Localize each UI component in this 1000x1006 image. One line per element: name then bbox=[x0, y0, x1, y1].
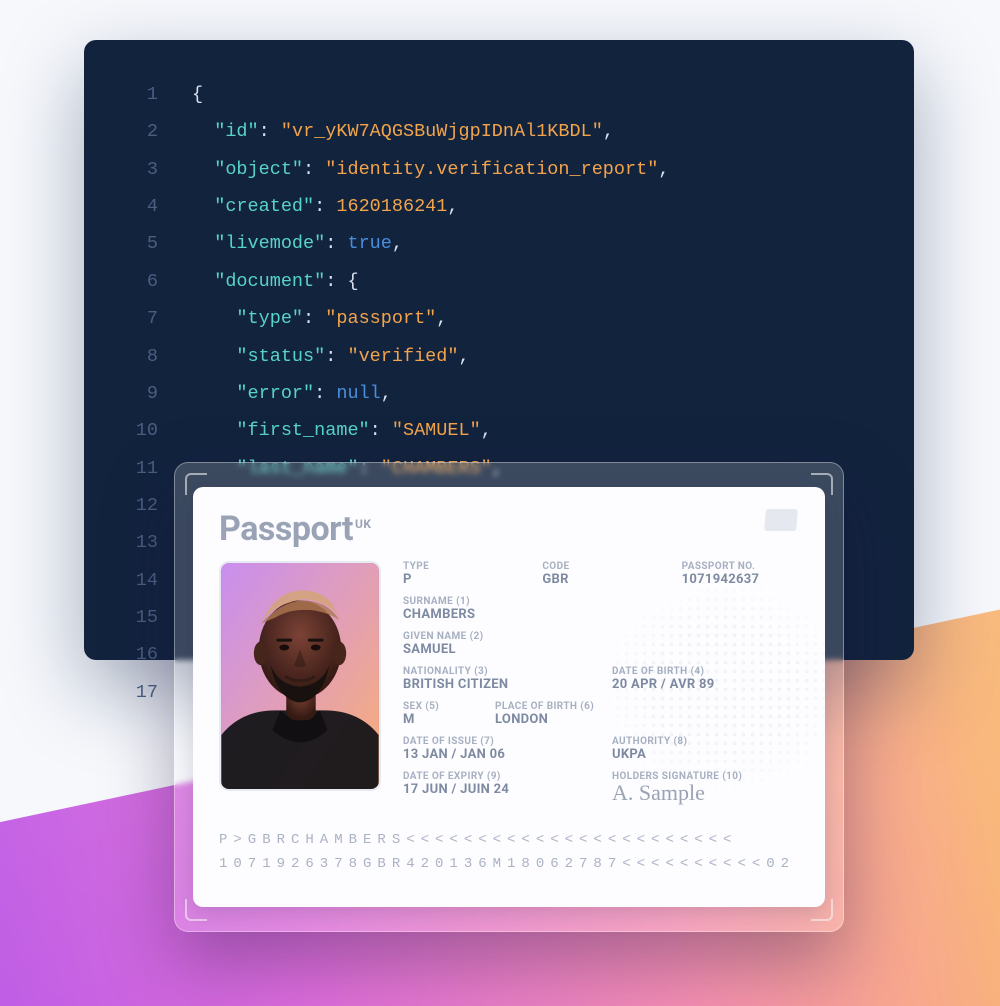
passport-title-suffix: UK bbox=[355, 517, 372, 531]
line-number: 16 bbox=[114, 636, 158, 673]
passport-title-text: Passport bbox=[219, 509, 353, 549]
chip-icon bbox=[764, 509, 798, 531]
passport-frame: PassportUK bbox=[174, 462, 844, 932]
line-number: 11 bbox=[114, 450, 158, 487]
code-content: { bbox=[192, 76, 203, 113]
line-number: 1 bbox=[114, 76, 158, 113]
label-issue: DATE OF ISSUE (7) bbox=[403, 736, 590, 747]
line-number: 3 bbox=[114, 151, 158, 188]
watermark-icon bbox=[595, 577, 825, 797]
line-number: 6 bbox=[114, 263, 158, 300]
code-line: 2 "id": "vr_yKW7AQGSBuWjgpIDnAl1KBDL", bbox=[114, 113, 884, 150]
code-content: "livemode": true, bbox=[192, 225, 403, 262]
code-line: 7 "type": "passport", bbox=[114, 300, 884, 337]
mrz: P>GBRCHAMBERS<<<<<<<<<<<<<<<<<<<<<<< 107… bbox=[219, 829, 799, 877]
code-content: "document": { bbox=[192, 263, 359, 300]
line-number: 10 bbox=[114, 412, 158, 449]
code-content: "first_name": "SAMUEL", bbox=[192, 412, 492, 449]
label-expiry: DATE OF EXPIRY (9) bbox=[403, 771, 590, 782]
line-number: 9 bbox=[114, 375, 158, 412]
code-content: "id": "vr_yKW7AQGSBuWjgpIDnAl1KBDL", bbox=[192, 113, 614, 150]
code-line: 9 "error": null, bbox=[114, 375, 884, 412]
code-content: "error": null, bbox=[192, 375, 392, 412]
code-content: "object": "identity.verification_report"… bbox=[192, 151, 669, 188]
value-type: P bbox=[403, 572, 520, 587]
line-number: 17 bbox=[114, 674, 158, 711]
line-number: 2 bbox=[114, 113, 158, 150]
code-line: 8 "status": "verified", bbox=[114, 338, 884, 375]
code-line: 4 "created": 1620186241, bbox=[114, 188, 884, 225]
line-number: 12 bbox=[114, 487, 158, 524]
line-number: 8 bbox=[114, 338, 158, 375]
value-expiry: 17 JUN / JUIN 24 bbox=[403, 782, 590, 797]
value-issue: 13 JAN / JAN 06 bbox=[403, 747, 590, 762]
value-nationality: BRITISH CITIZEN bbox=[403, 677, 590, 692]
canvas: 1{2 "id": "vr_yKW7AQGSBuWjgpIDnAl1KBDL",… bbox=[0, 0, 1000, 1006]
code-line: 1{ bbox=[114, 76, 884, 113]
label-number: PASSPORT NO. bbox=[682, 561, 799, 572]
label-nationality: NATIONALITY (3) bbox=[403, 666, 590, 677]
line-number: 13 bbox=[114, 524, 158, 561]
passport-photo bbox=[219, 561, 381, 791]
code-line: 6 "document": { bbox=[114, 263, 884, 300]
passport-card: PassportUK bbox=[193, 487, 825, 907]
code-line: 5 "livemode": true, bbox=[114, 225, 884, 262]
line-number: 4 bbox=[114, 188, 158, 225]
line-number: 5 bbox=[114, 225, 158, 262]
mrz-line-1: P>GBRCHAMBERS<<<<<<<<<<<<<<<<<<<<<<< bbox=[219, 829, 799, 853]
label-type: TYPE bbox=[403, 561, 520, 572]
label-code: CODE bbox=[542, 561, 659, 572]
line-number: 14 bbox=[114, 562, 158, 599]
mrz-line-2: 1071926378GBR420136M18062787<<<<<<<<<<02 bbox=[219, 853, 799, 877]
value-sex: M bbox=[403, 712, 473, 727]
label-sex: SEX (5) bbox=[403, 701, 473, 712]
passport-title: PassportUK bbox=[219, 509, 799, 549]
line-number: 15 bbox=[114, 599, 158, 636]
code-content: "status": "verified", bbox=[192, 338, 470, 375]
line-number: 7 bbox=[114, 300, 158, 337]
code-line: 3 "object": "identity.verification_repor… bbox=[114, 151, 884, 188]
code-content: "created": 1620186241, bbox=[192, 188, 459, 225]
code-content: "type": "passport", bbox=[192, 300, 447, 337]
code-line: 10 "first_name": "SAMUEL", bbox=[114, 412, 884, 449]
